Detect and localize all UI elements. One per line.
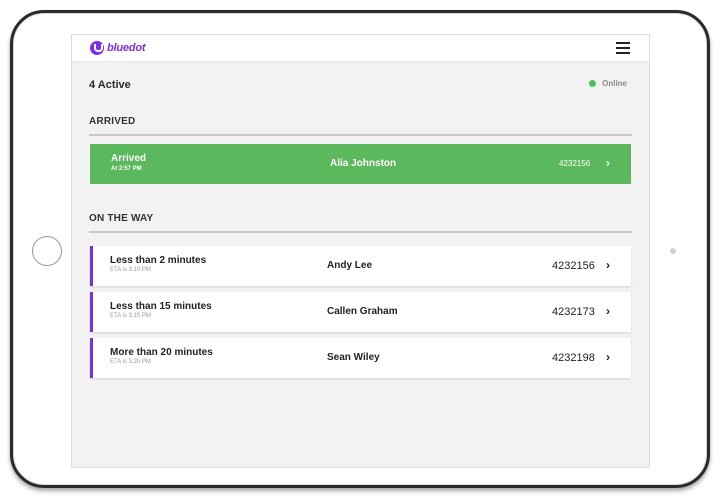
eta-time: ETA is 3:15 PM bbox=[110, 313, 151, 319]
order-number: 4232198 bbox=[552, 352, 595, 364]
status-dot-icon bbox=[589, 80, 597, 87]
on-the-way-card[interactable]: More than 20 minutes ETA is 3:20 PM Sean… bbox=[90, 338, 631, 378]
chevron-right-icon[interactable]: › bbox=[606, 350, 610, 364]
status-text: Online bbox=[602, 79, 627, 88]
on-the-way-card[interactable]: Less than 2 minutes ETA is 3:10 PM Andy … bbox=[90, 246, 631, 286]
chevron-right-icon[interactable]: › bbox=[606, 156, 610, 170]
hamburger-menu-icon[interactable] bbox=[616, 42, 630, 54]
chevron-right-icon[interactable]: › bbox=[606, 304, 610, 318]
order-number: 4232173 bbox=[552, 306, 595, 318]
on-the-way-card[interactable]: Less than 15 minutes ETA is 3:15 PM Call… bbox=[90, 292, 631, 332]
order-number: 4232156 bbox=[559, 159, 591, 168]
top-bar: bluedot bbox=[72, 35, 649, 62]
brand-logo[interactable]: bluedot bbox=[90, 41, 146, 55]
bluedot-logo-icon bbox=[90, 41, 104, 55]
app-screen: bluedot 4 Active Online ARRIVED Arrived … bbox=[71, 34, 650, 468]
order-number: 4232156 bbox=[552, 260, 595, 272]
customer-name: Andy Lee bbox=[327, 260, 373, 271]
brand-name: bluedot bbox=[107, 42, 146, 54]
camera-dot bbox=[670, 248, 676, 254]
eta-label: More than 20 minutes bbox=[110, 347, 213, 358]
arrived-time: At 2:57 PM bbox=[111, 166, 142, 172]
customer-name: Sean Wiley bbox=[327, 352, 380, 363]
section-heading-arrived: ARRIVED bbox=[89, 116, 632, 136]
eta-time: ETA is 3:10 PM bbox=[110, 267, 151, 273]
customer-name: Alia Johnston bbox=[330, 158, 397, 169]
arrived-card[interactable]: Arrived At 2:57 PM Alia Johnston 4232156… bbox=[90, 144, 631, 184]
chevron-right-icon[interactable]: › bbox=[606, 258, 610, 272]
eta-label: Less than 2 minutes bbox=[110, 255, 207, 266]
eta-label: Less than 15 minutes bbox=[110, 301, 212, 312]
section-heading-on-the-way: ON THE WAY bbox=[89, 213, 632, 233]
customer-name: Callen Graham bbox=[327, 306, 398, 317]
arrived-title: Arrived bbox=[111, 153, 147, 164]
active-count: 4 Active bbox=[89, 79, 131, 91]
online-status: Online bbox=[589, 79, 627, 88]
eta-time: ETA is 3:20 PM bbox=[110, 359, 151, 365]
home-button[interactable] bbox=[32, 236, 62, 266]
